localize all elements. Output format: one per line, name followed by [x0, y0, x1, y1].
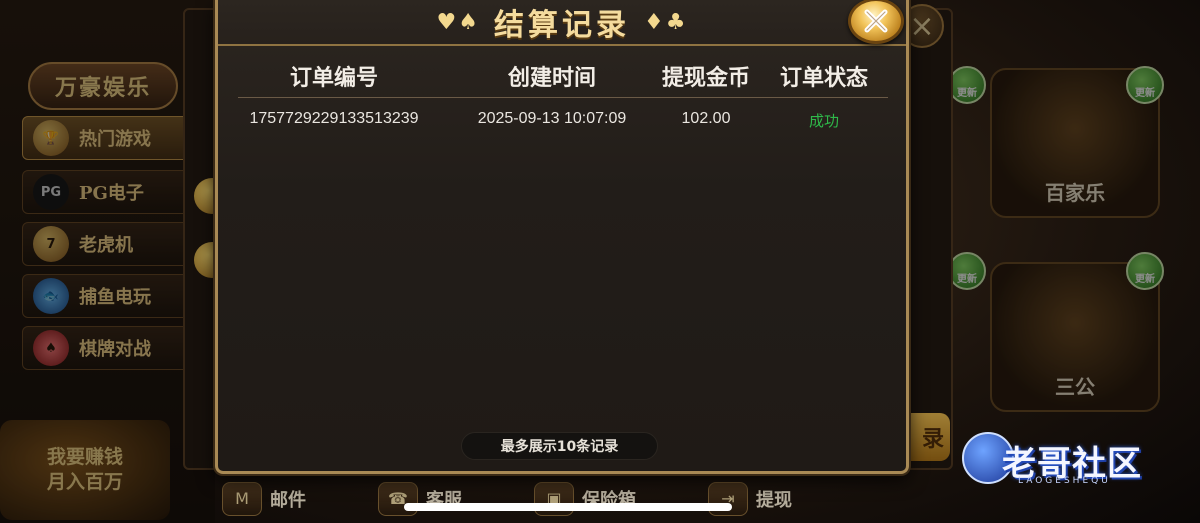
- trophy-icon: 🏆: [33, 120, 69, 156]
- brand-badge: 万豪娱乐: [28, 62, 178, 110]
- menu-item-card-battle[interactable]: ♠ 棋牌对战: [22, 326, 192, 370]
- close-button[interactable]: [848, 0, 904, 44]
- game-name: 三公: [1055, 375, 1095, 399]
- cell-created-time: 2025-09-13 10:07:09: [477, 110, 627, 127]
- suit-deco-left-icon: ♥♠: [436, 9, 480, 35]
- max-records-note: 最多展示10条记录: [461, 432, 658, 460]
- dialog-header: ♥♠ 结算记录 ♦♣: [218, 0, 906, 46]
- watermark-logo: 老哥社区 LAOGESHEQU: [962, 428, 1187, 492]
- update-badge[interactable]: 更新: [948, 66, 986, 104]
- promo-line-1: 我要赚钱: [46, 446, 123, 469]
- menu-item-slots[interactable]: 7 老虎机: [22, 222, 192, 266]
- cell-status: 成功: [808, 112, 840, 130]
- column-header-amount: 提现金币: [661, 66, 751, 91]
- column-header-created-time: 创建时间: [507, 66, 597, 91]
- game-name: 百家乐: [1045, 181, 1105, 205]
- suit-deco-right-icon: ♦♣: [644, 9, 688, 35]
- close-icon: [864, 9, 888, 33]
- watermark-subtext: LAOGESHEQU: [1018, 476, 1111, 486]
- menu-item-pg[interactable]: PG PG电子: [22, 170, 192, 214]
- column-header-status: 订单状态: [779, 66, 869, 91]
- cards-icon: ♠: [33, 330, 69, 366]
- fish-icon: 🐟: [33, 278, 69, 314]
- nav-mail[interactable]: M 邮件: [222, 481, 306, 516]
- table-header: 订单编号 创建时间 提现金币 订单状态: [238, 56, 888, 98]
- menu-item-fishing[interactable]: 🐟 捕鱼电玩: [22, 274, 192, 318]
- home-indicator[interactable]: [404, 503, 732, 511]
- settlement-record-dialog: ♥♠ 结算记录 ♦♣ 订单编号 创建时间 提现金币 订单状态 175772922…: [215, 0, 909, 474]
- table-row: 1757729229133513239 2025-09-13 10:07:09 …: [238, 104, 888, 138]
- cell-order-id: 1757729229133513239: [249, 110, 419, 127]
- update-badge[interactable]: 更新: [1126, 252, 1164, 290]
- promo-line-2: 月入百万: [46, 471, 123, 493]
- cell-amount: 102.00: [681, 110, 731, 127]
- pg-logo-icon: PG: [33, 174, 69, 210]
- column-header-order-id: 订单编号: [289, 66, 379, 91]
- mail-icon: M: [222, 481, 262, 516]
- update-badge[interactable]: 更新: [948, 252, 986, 290]
- update-badge[interactable]: 更新: [1126, 66, 1164, 104]
- brand-name: 万豪娱乐: [54, 75, 151, 101]
- menu-item-hot-games[interactable]: 🏆 热门游戏: [22, 116, 192, 160]
- bottom-nav: M 邮件 ☎ 客服 ▣ 保险箱 ⇥ 提现: [200, 474, 940, 523]
- dialog-title: 结算记录: [494, 8, 630, 43]
- slot-machine-icon: 7: [33, 226, 69, 262]
- promo-banner[interactable]: 我要赚钱 月入百万: [0, 420, 170, 520]
